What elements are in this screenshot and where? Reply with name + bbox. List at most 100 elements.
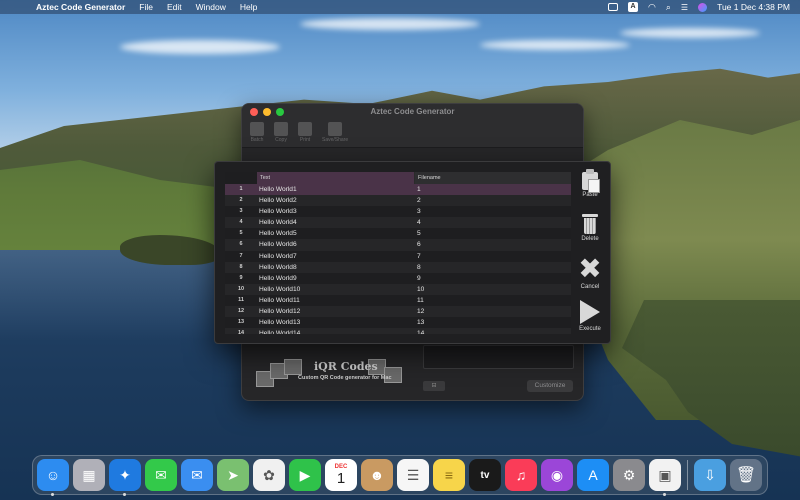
table-row[interactable]: 6 Hello World6 6 xyxy=(225,239,571,251)
minimize-window-button[interactable] xyxy=(263,108,271,116)
cell-filename[interactable]: 1 xyxy=(415,184,571,195)
delete-button[interactable]: Delete xyxy=(572,214,608,242)
table-row[interactable]: 2 Hello World2 2 xyxy=(225,195,571,207)
cell-text[interactable]: Hello World6 xyxy=(257,239,415,250)
table-row[interactable]: 8 Hello World8 8 xyxy=(225,261,571,273)
cell-filename[interactable]: 6 xyxy=(415,239,571,250)
menu-window[interactable]: Window xyxy=(196,2,226,12)
cell-text[interactable]: Hello World12 xyxy=(257,306,415,317)
finder-icon[interactable]: ☺ xyxy=(37,459,69,496)
cell-text[interactable]: Hello World9 xyxy=(257,273,415,284)
table-row[interactable]: 12 Hello World12 12 xyxy=(225,306,571,318)
table-row[interactable]: 10 Hello World10 10 xyxy=(225,283,571,295)
table-row[interactable]: 4 Hello World4 4 xyxy=(225,217,571,229)
cell-filename[interactable]: 10 xyxy=(415,284,571,295)
toolbar-print-button[interactable]: Print xyxy=(298,122,312,145)
launchpad-icon[interactable]: ▦ xyxy=(73,459,105,491)
row-index: 14 xyxy=(237,330,245,334)
zoom-window-button[interactable] xyxy=(276,108,284,116)
cell-filename[interactable]: 8 xyxy=(415,262,571,273)
calendar-icon[interactable]: DEC 1 xyxy=(325,459,357,491)
notes-icon[interactable]: ≡ xyxy=(433,459,465,491)
table-row[interactable]: 9 Hello World9 9 xyxy=(225,273,571,284)
control-center-icon[interactable]: ☰ xyxy=(681,3,688,12)
cell-text[interactable]: Hello World13 xyxy=(257,317,415,328)
table-row[interactable]: 3 Hello World3 3 xyxy=(225,206,571,217)
cell-filename[interactable]: 9 xyxy=(415,273,571,284)
toolbar-share-button[interactable]: Save/Share xyxy=(322,122,348,145)
cell-filename[interactable]: 3 xyxy=(415,206,571,217)
column-header-filename[interactable]: Filename xyxy=(415,172,571,184)
downloads-folder-icon[interactable]: ⇩ xyxy=(694,459,726,491)
cell-text[interactable]: Hello World5 xyxy=(257,228,415,239)
column-header-text[interactable]: Text xyxy=(257,172,415,184)
menu-help[interactable]: Help xyxy=(240,2,257,12)
table-body: 1 Hello World1 1 2 Hello World2 2 3 Hello World… xyxy=(225,184,571,334)
apple-tv-icon[interactable]: tv xyxy=(469,459,501,491)
facetime-icon[interactable]: ▶ xyxy=(289,459,321,491)
running-indicator xyxy=(663,493,666,496)
batch-icon xyxy=(250,122,264,136)
window-title: Aztec Code Generator xyxy=(370,107,455,116)
music-icon[interactable]: ♫ xyxy=(505,459,537,491)
reminders-icon[interactable]: ☰ xyxy=(397,459,429,491)
input-source-icon[interactable]: A xyxy=(628,2,638,12)
cell-filename[interactable]: 12 xyxy=(415,306,571,317)
menu-app-name[interactable]: Aztec Code Generator xyxy=(36,2,125,12)
cell-text[interactable]: Hello World10 xyxy=(257,284,415,295)
batch-table[interactable]: Text Filename 1 Hello World1 1 2 Hello World… xyxy=(225,172,571,334)
cell-filename[interactable]: 14 xyxy=(415,328,571,334)
toolbar-copy-button[interactable]: Copy xyxy=(274,122,288,145)
cell-text[interactable]: Hello World11 xyxy=(257,295,415,306)
aztec-code-generator-icon[interactable]: ▣ xyxy=(649,459,681,496)
customize-button[interactable]: Customize xyxy=(527,380,573,392)
table-row[interactable]: 7 Hello World7 7 xyxy=(225,251,571,262)
cell-text[interactable]: Hello World1 xyxy=(257,184,415,195)
trash-icon[interactable]: 🗑 xyxy=(730,459,762,491)
cell-filename[interactable]: 7 xyxy=(415,251,571,262)
format-toggle-button[interactable]: ⊟ xyxy=(423,381,445,391)
promo-title: iQR Codes xyxy=(314,360,378,373)
spotlight-search-icon[interactable]: ⌕ xyxy=(666,2,671,13)
cell-text[interactable]: Hello World3 xyxy=(257,206,415,217)
mail-icon[interactable]: ✉ xyxy=(181,459,213,491)
row-index: 12 xyxy=(237,308,245,315)
contacts-icon[interactable]: ☻ xyxy=(361,459,393,491)
table-row[interactable]: 11 Hello World11 11 xyxy=(225,295,571,306)
table-row[interactable]: 1 Hello World1 1 xyxy=(225,184,571,196)
table-row[interactable]: 14 Hello World14 14 xyxy=(225,328,571,334)
system-preferences-icon[interactable]: ⚙ xyxy=(613,459,645,491)
cell-filename[interactable]: 2 xyxy=(415,195,571,206)
toolbar-batch-button[interactable]: Batch xyxy=(250,122,264,145)
battery-icon[interactable] xyxy=(608,3,618,11)
menu-file[interactable]: File xyxy=(139,2,153,12)
cell-text[interactable]: Hello World8 xyxy=(257,262,415,273)
close-window-button[interactable] xyxy=(250,108,258,116)
cell-filename[interactable]: 11 xyxy=(415,295,571,306)
cell-text[interactable]: Hello World14 xyxy=(257,328,415,334)
safari-icon[interactable]: ✦ xyxy=(109,459,141,496)
cell-filename[interactable]: 5 xyxy=(415,228,571,239)
table-row[interactable]: 13 Hello World13 13 xyxy=(225,317,571,328)
menu-clock[interactable]: Tue 1 Dec 4:38 PM xyxy=(717,2,790,12)
row-index: 9 xyxy=(239,274,243,281)
table-row[interactable]: 5 Hello World5 5 xyxy=(225,228,571,239)
siri-icon[interactable] xyxy=(698,2,708,12)
messages-icon[interactable]: ✉ xyxy=(145,459,177,491)
paste-button[interactable]: Paste xyxy=(572,169,608,198)
cell-filename[interactable]: 4 xyxy=(415,217,571,228)
cancel-button[interactable]: ✖ Cancel xyxy=(572,255,608,291)
wifi-icon[interactable]: ◠ xyxy=(648,2,656,13)
app-store-icon[interactable]: A xyxy=(577,459,609,491)
cell-text[interactable]: Hello World7 xyxy=(257,251,415,262)
photos-icon[interactable]: ✿ xyxy=(253,459,285,491)
cell-filename[interactable]: 13 xyxy=(415,317,571,328)
maps-icon[interactable]: ➤ xyxy=(217,459,249,491)
execute-button[interactable]: Execute xyxy=(572,300,608,332)
menu-edit[interactable]: Edit xyxy=(167,2,182,12)
podcasts-icon[interactable]: ◉ xyxy=(541,459,573,491)
cell-text[interactable]: Hello World2 xyxy=(257,195,415,206)
dock: ☺ ▦ ✦ ✉ ✉ ➤ ✿ ▶ DEC 1 ☻ ☰ ≡ tv ♫ ◉ A ⚙ ▣ ⇩ 🗑 xyxy=(32,455,768,496)
iqr-codes-promo[interactable]: iQR Codes Custom QR Code generator for M… xyxy=(256,357,406,391)
cell-text[interactable]: Hello World4 xyxy=(257,217,415,228)
